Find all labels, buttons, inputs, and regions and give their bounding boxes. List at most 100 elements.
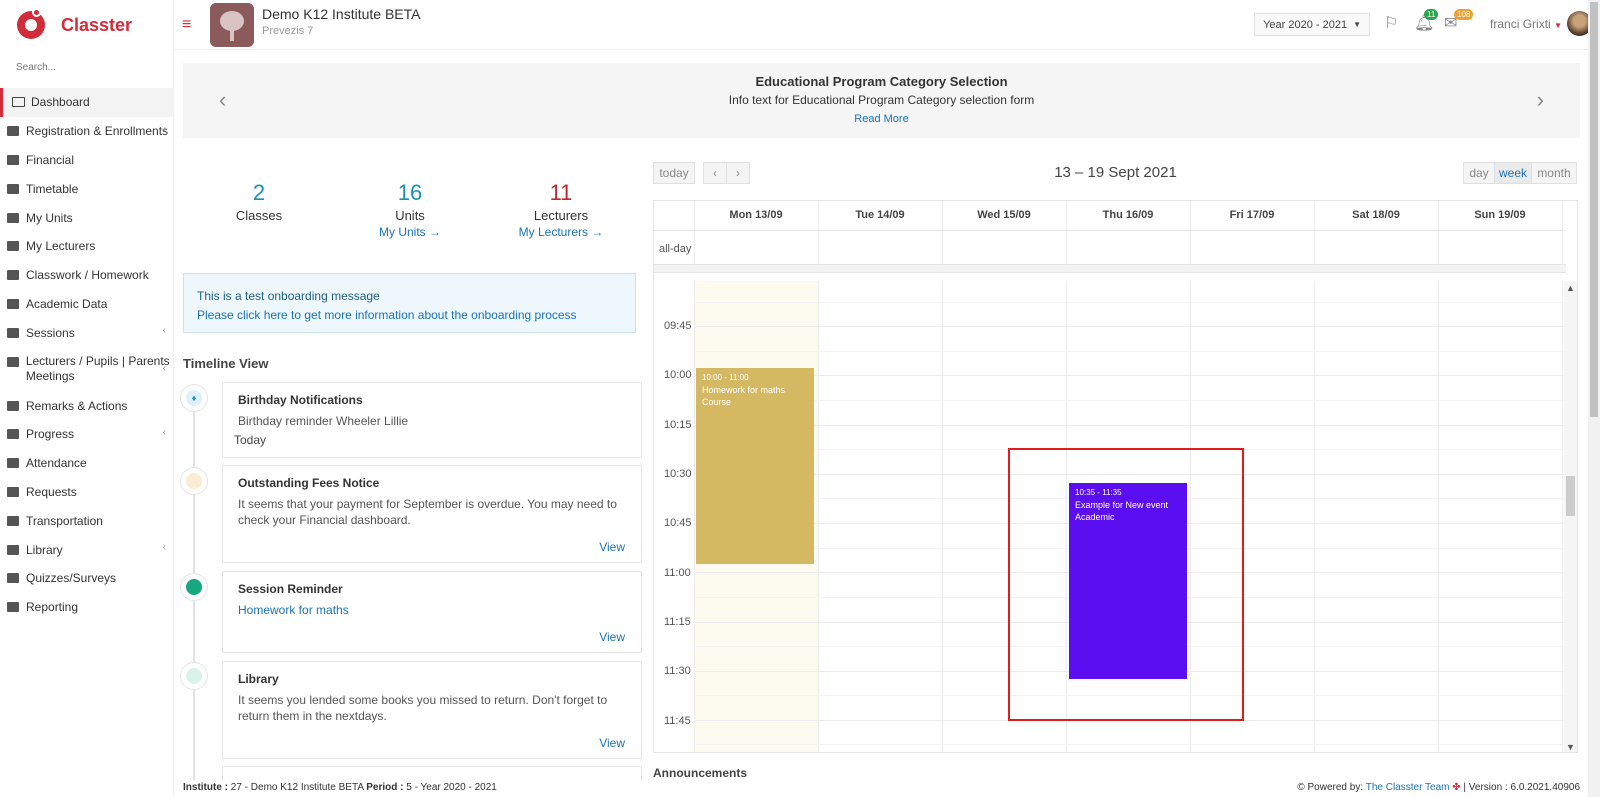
day-header: Wed 15/09: [977, 209, 1031, 221]
sidebar-item-quizzes[interactable]: Quizzes/Surveys: [0, 564, 174, 593]
view-week-button[interactable]: week: [1494, 162, 1532, 184]
day-header: Sat 18/09: [1352, 209, 1400, 221]
institute-address: Prevezis 7: [262, 25, 314, 37]
footer-team-link[interactable]: The Classter Team: [1366, 782, 1450, 793]
print-icon: [6, 601, 20, 613]
books-icon: [6, 544, 20, 556]
menu-toggle-icon[interactable]: ≡: [182, 16, 191, 34]
sidebar-item-timetable[interactable]: Timetable: [0, 174, 174, 203]
sidebar-item-library[interactable]: Library ‹: [0, 535, 174, 564]
sidebar-item-label: Financial: [26, 152, 75, 167]
all-day-row[interactable]: all-day: [654, 231, 1566, 265]
file-icon: [6, 486, 20, 498]
footer-version: | Version : 6.0.2021.40906: [1463, 782, 1580, 793]
view-link[interactable]: View: [599, 736, 625, 750]
sidebar: Classter Dashboard Registration & Enroll…: [0, 0, 174, 797]
sidebar-item-academic-data[interactable]: Academic Data: [0, 290, 174, 319]
time-label: 10:30: [664, 468, 692, 480]
sidebar-item-label: My Lecturers: [26, 239, 96, 254]
day-header: Thu 16/09: [1102, 209, 1154, 221]
my-units-link[interactable]: My Units →: [340, 225, 480, 239]
day-header: Fri 17/09: [1229, 209, 1275, 221]
scroll-up-icon[interactable]: ▲: [1566, 283, 1575, 293]
sidebar-item-label: Transportation: [26, 513, 103, 528]
sidebar-item-registration[interactable]: Registration & Enrollments ‹: [0, 117, 174, 146]
id-card-icon: [6, 298, 20, 310]
sidebar-item-meetings[interactable]: Lecturers / Pupils | Parents Meetings ‹: [0, 347, 174, 391]
sidebar-item-dashboard[interactable]: Dashboard: [0, 88, 174, 117]
random-icon: [6, 400, 20, 412]
stat-units: 16 Units My Units →: [340, 180, 480, 239]
envelope-icon[interactable]: ✉ 108: [1444, 9, 1474, 33]
clipboard-icon: [6, 572, 20, 584]
page-scroll-thumb[interactable]: [1590, 2, 1598, 417]
sidebar-item-label: Remarks & Actions: [26, 398, 128, 413]
view-link[interactable]: View: [599, 630, 625, 644]
card-body: It seems that your payment for September…: [238, 497, 617, 527]
sidebar-item-my-lecturers[interactable]: My Lecturers: [0, 232, 174, 261]
bell-icon[interactable]: 🔔︎ 11: [1414, 9, 1439, 33]
view-month-button[interactable]: month: [1531, 162, 1577, 184]
sidebar-item-sessions[interactable]: Sessions ‹: [0, 318, 174, 347]
card-date: Today: [234, 433, 267, 447]
sidebar-search-input[interactable]: [16, 62, 166, 73]
sidebar-nav: Dashboard Registration & Enrollments ‹ Fi…: [0, 88, 174, 622]
read-more-link[interactable]: Read More: [183, 113, 1580, 125]
footer-period-value: 5 - Year 2020 - 2021: [406, 782, 497, 793]
timeline-card-birthday: Birthday Notifications Birthday reminder…: [222, 382, 642, 458]
stat-label: Units: [395, 208, 425, 223]
calendar-toolbar: today ‹ › 13 – 19 Sept 2021 day week mon…: [653, 162, 1578, 186]
stat-lecturers: 11 Lecturers My Lecturers →: [491, 180, 631, 239]
sidebar-item-label: Academic Data: [26, 296, 108, 311]
year-select-value: Year 2020 - 2021: [1263, 18, 1348, 31]
sidebar-item-financial[interactable]: Financial: [0, 146, 174, 175]
notifications-badge: 11: [1424, 9, 1439, 20]
calendar-icon: [6, 183, 20, 195]
year-select[interactable]: Year 2020 - 2021 ▼: [1254, 13, 1370, 36]
sidebar-item-label: Attendance: [26, 456, 87, 471]
chevron-right-icon[interactable]: ›: [1537, 87, 1544, 113]
session-link[interactable]: Homework for maths: [238, 602, 626, 618]
footer-powered-by: © Powered by: The Classter Team ✤ | Vers…: [1297, 782, 1580, 793]
scroll-thumb[interactable]: [1566, 476, 1575, 516]
sidebar-item-label: Sessions: [26, 325, 75, 340]
view-day-button[interactable]: day: [1463, 162, 1495, 184]
footer-institute-info: Institute : 27 - Demo K12 Institute BETA…: [183, 782, 497, 793]
institution-icon: [6, 125, 20, 137]
onboarding-link[interactable]: Please click here to get more informatio…: [197, 306, 622, 325]
footer-institute-value: 27 - Demo K12 Institute BETA: [230, 782, 364, 793]
sidebar-item-my-units[interactable]: My Units: [0, 203, 174, 232]
sidebar-item-label: Classwork / Homework: [26, 268, 149, 283]
my-lecturers-link[interactable]: My Lecturers →: [491, 225, 631, 239]
top-bar: ≡ Demo K12 Institute BETA Prevezis 7 Yea…: [174, 0, 1600, 50]
books-icon: [180, 662, 208, 690]
sidebar-item-classwork[interactable]: Classwork / Homework: [0, 261, 174, 290]
sidebar-item-label: Requests: [26, 484, 77, 499]
info-carousel: ‹ Educational Program Category Selection…: [183, 63, 1580, 138]
timeline-card-library: Library It seems you lended some books y…: [222, 661, 642, 759]
timeline-title: Timeline View: [183, 356, 269, 371]
scroll-down-icon[interactable]: ▼: [1566, 742, 1575, 752]
sidebar-item-attendance[interactable]: Attendance: [0, 449, 174, 478]
sidebar-item-label: Lecturers / Pupils | Parents Meetings: [25, 354, 170, 384]
card-body: It seems you lended some books you misse…: [238, 693, 608, 723]
calendar-divider: [654, 265, 1566, 273]
sidebar-item-progress[interactable]: Progress ‹: [0, 420, 174, 449]
sidebar-item-remarks[interactable]: Remarks & Actions: [0, 391, 174, 420]
calendar-event[interactable]: 10:00 - 11:00 Homework for maths Course: [696, 368, 814, 564]
sidebar-item-requests[interactable]: Requests: [0, 478, 174, 507]
card-title: Library: [238, 672, 279, 686]
carousel-text: Info text for Educational Program Catego…: [728, 93, 1035, 107]
sidebar-item-transportation[interactable]: Transportation: [0, 506, 174, 535]
flag-icon[interactable]: ⚐: [1384, 13, 1404, 33]
chevron-left-icon: ‹: [162, 325, 166, 337]
user-menu[interactable]: franci Grixti ▼: [1490, 17, 1562, 31]
page-scrollbar[interactable]: [1588, 0, 1600, 797]
time-label: 11:30: [664, 665, 691, 677]
institute-logo: [210, 3, 254, 47]
card-title: Birthday Notifications: [238, 393, 363, 407]
classter-logo[interactable]: Classter: [14, 8, 132, 42]
view-link[interactable]: View: [599, 540, 625, 554]
calendar-scrollbar[interactable]: ▲ ▼: [1564, 281, 1577, 752]
sidebar-item-reporting[interactable]: Reporting: [0, 593, 174, 622]
